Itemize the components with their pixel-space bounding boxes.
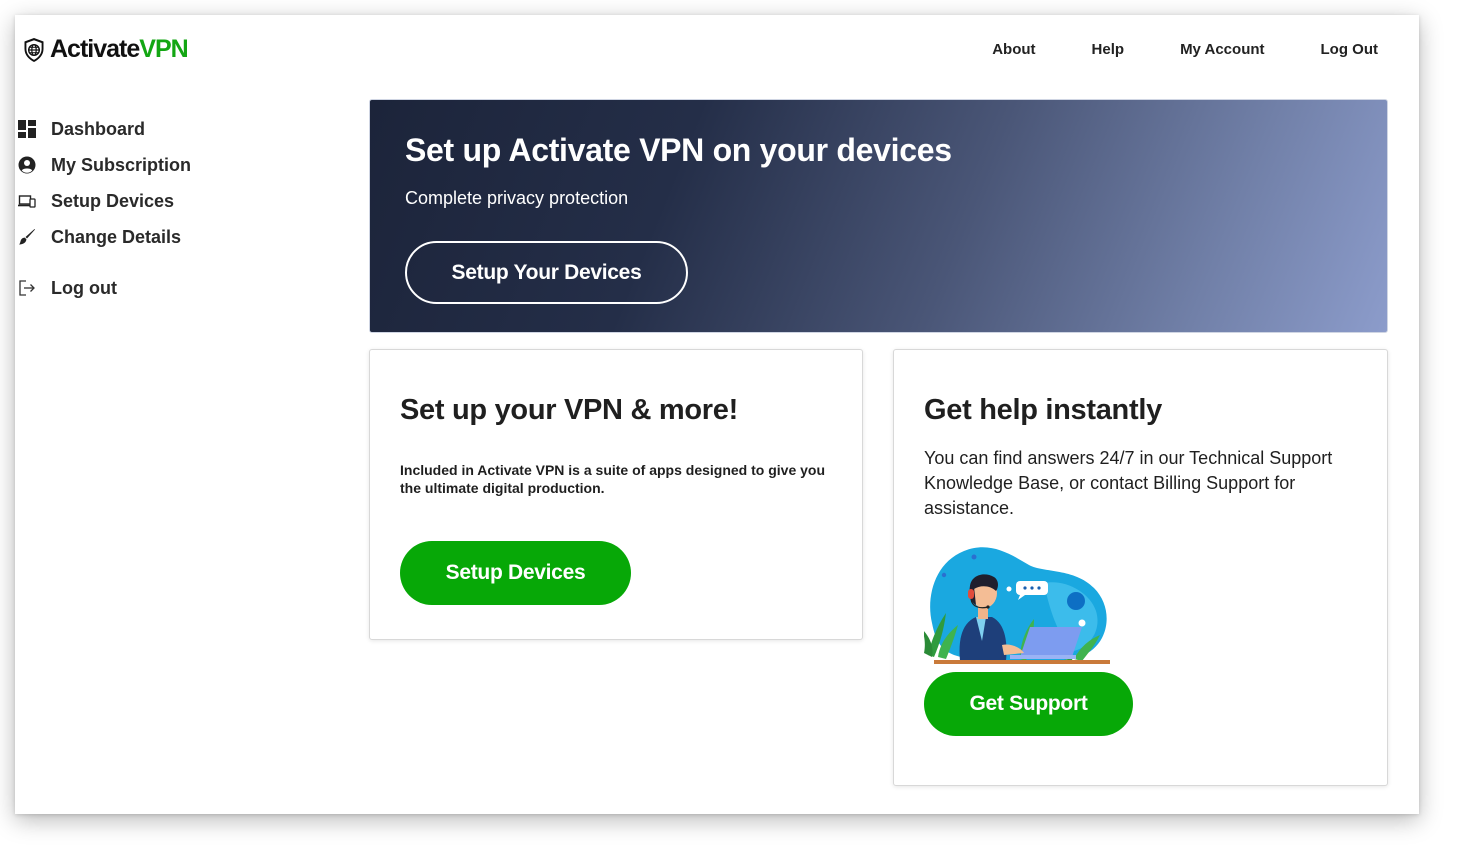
sidebar-item-label: Log out (51, 277, 117, 298)
setup-your-devices-button[interactable]: Setup Your Devices (405, 241, 688, 304)
sidebar-item-change-details[interactable]: Change Details (18, 219, 238, 255)
devices-icon (18, 192, 36, 210)
sidebar-item-log-out[interactable]: Log out (18, 270, 238, 306)
sidebar-item-label: Dashboard (51, 118, 146, 139)
brand-name-part1: Activate (50, 35, 140, 63)
app-window: ActivateVPN About Help My Account Log Ou… (15, 15, 1419, 814)
brush-icon (18, 228, 36, 246)
sidebar: Dashboard My Subscription Setup Devices … (18, 111, 238, 306)
sidebar-item-my-subscription[interactable]: My Subscription (18, 147, 238, 183)
brand-name-part2: VPN (139, 35, 188, 63)
shield-globe-icon (24, 37, 44, 62)
logout-icon (18, 279, 36, 297)
help-card: Get help instantly You can find answers … (893, 349, 1388, 786)
setup-card: Set up your VPN & more! Included in Acti… (369, 349, 863, 640)
top-nav: About Help My Account Log Out (992, 41, 1378, 58)
nav-log-out-link[interactable]: Log Out (1321, 41, 1378, 58)
dashboard-icon (18, 120, 36, 138)
get-support-button[interactable]: Get Support (924, 672, 1133, 736)
user-circle-icon (18, 156, 36, 174)
setup-devices-button[interactable]: Setup Devices (400, 541, 631, 605)
nav-my-account-link[interactable]: My Account (1180, 41, 1264, 58)
hero-subtitle: Complete privacy protection (405, 188, 629, 208)
sidebar-item-label: My Subscription (51, 154, 192, 175)
sidebar-item-label: Change Details (51, 226, 182, 247)
nav-help-link[interactable]: Help (1092, 41, 1125, 58)
sidebar-item-dashboard[interactable]: Dashboard (18, 111, 238, 147)
hero-title: Set up Activate VPN on your devices (405, 132, 952, 168)
help-card-title: Get help instantly (924, 394, 1162, 426)
brand-name: ActivateVPN (50, 35, 189, 64)
help-card-description: You can find answers 24/7 in our Technic… (924, 448, 1333, 518)
support-agent-illustration (924, 547, 1110, 664)
setup-card-description: Included in Activate VPN is a suite of a… (400, 462, 826, 496)
sidebar-item-label: Setup Devices (51, 190, 175, 211)
sidebar-item-setup-devices[interactable]: Setup Devices (18, 183, 238, 219)
setup-card-title: Set up your VPN & more! (400, 394, 738, 426)
hero-banner: Set up Activate VPN on your devices Comp… (369, 99, 1388, 333)
nav-about-link[interactable]: About (992, 41, 1035, 58)
logo[interactable]: ActivateVPN (23, 35, 189, 64)
